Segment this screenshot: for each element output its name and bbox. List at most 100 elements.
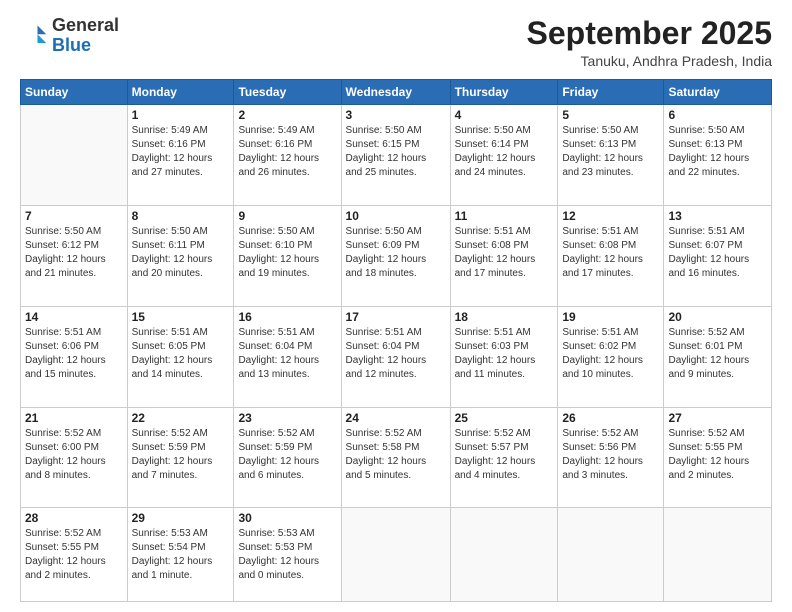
table-row: 15 Sunrise: 5:51 AM Sunset: 6:05 PM Dayli… — [127, 306, 234, 407]
table-row: 5 Sunrise: 5:50 AM Sunset: 6:13 PM Daylig… — [558, 105, 664, 206]
title-block: September 2025 Tanuku, Andhra Pradesh, I… — [527, 16, 772, 69]
day-number: 21 — [25, 411, 123, 425]
day-number: 10 — [346, 209, 446, 223]
logo-blue: Blue — [52, 35, 91, 55]
day-number: 19 — [562, 310, 659, 324]
day-info: Sunrise: 5:50 AM Sunset: 6:13 PM Dayligh… — [668, 124, 767, 180]
day-number: 23 — [238, 411, 336, 425]
logo: General Blue — [20, 16, 119, 56]
day-info: Sunrise: 5:50 AM Sunset: 6:09 PM Dayligh… — [346, 225, 446, 281]
table-row: 26 Sunrise: 5:52 AM Sunset: 5:56 PM Dayli… — [558, 407, 664, 508]
day-number: 18 — [455, 310, 554, 324]
day-info: Sunrise: 5:52 AM Sunset: 5:56 PM Dayligh… — [562, 427, 659, 483]
day-number: 7 — [25, 209, 123, 223]
table-row: 9 Sunrise: 5:50 AM Sunset: 6:10 PM Daylig… — [234, 205, 341, 306]
day-info: Sunrise: 5:52 AM Sunset: 6:01 PM Dayligh… — [668, 326, 767, 382]
month-title: September 2025 — [527, 16, 772, 51]
page: General Blue September 2025 Tanuku, Andh… — [0, 0, 792, 612]
table-row: 11 Sunrise: 5:51 AM Sunset: 6:08 PM Dayli… — [450, 205, 558, 306]
day-number: 8 — [132, 209, 230, 223]
calendar-week-1: 7 Sunrise: 5:50 AM Sunset: 6:12 PM Daylig… — [21, 205, 772, 306]
day-info: Sunrise: 5:52 AM Sunset: 5:55 PM Dayligh… — [25, 527, 123, 583]
day-number: 13 — [668, 209, 767, 223]
day-info: Sunrise: 5:51 AM Sunset: 6:08 PM Dayligh… — [455, 225, 554, 281]
day-info: Sunrise: 5:52 AM Sunset: 5:59 PM Dayligh… — [132, 427, 230, 483]
day-info: Sunrise: 5:49 AM Sunset: 6:16 PM Dayligh… — [238, 124, 336, 180]
day-number: 2 — [238, 108, 336, 122]
day-number: 5 — [562, 108, 659, 122]
calendar-week-2: 14 Sunrise: 5:51 AM Sunset: 6:06 PM Dayli… — [21, 306, 772, 407]
day-number: 26 — [562, 411, 659, 425]
day-number: 28 — [25, 511, 123, 525]
day-info: Sunrise: 5:51 AM Sunset: 6:06 PM Dayligh… — [25, 326, 123, 382]
table-row: 25 Sunrise: 5:52 AM Sunset: 5:57 PM Dayli… — [450, 407, 558, 508]
day-number: 3 — [346, 108, 446, 122]
table-row: 8 Sunrise: 5:50 AM Sunset: 6:11 PM Daylig… — [127, 205, 234, 306]
day-info: Sunrise: 5:52 AM Sunset: 5:55 PM Dayligh… — [668, 427, 767, 483]
table-row: 4 Sunrise: 5:50 AM Sunset: 6:14 PM Daylig… — [450, 105, 558, 206]
col-wednesday: Wednesday — [341, 80, 450, 105]
day-number: 30 — [238, 511, 336, 525]
col-thursday: Thursday — [450, 80, 558, 105]
table-row: 3Sunrise: 5:50 AM Sunset: 6:15 PM Daylig… — [341, 105, 450, 206]
calendar-table: Sunday Monday Tuesday Wednesday Thursday… — [20, 79, 772, 602]
day-number: 14 — [25, 310, 123, 324]
day-info: Sunrise: 5:49 AM Sunset: 6:16 PM Dayligh… — [132, 124, 230, 180]
table-row — [558, 508, 664, 602]
day-number: 25 — [455, 411, 554, 425]
day-number: 16 — [238, 310, 336, 324]
day-info: Sunrise: 5:51 AM Sunset: 6:08 PM Dayligh… — [562, 225, 659, 281]
table-row: 22 Sunrise: 5:52 AM Sunset: 5:59 PM Dayli… — [127, 407, 234, 508]
table-row: 17Sunrise: 5:51 AM Sunset: 6:04 PM Dayli… — [341, 306, 450, 407]
table-row: 10 Sunrise: 5:50 AM Sunset: 6:09 PM Dayli… — [341, 205, 450, 306]
table-row — [664, 508, 772, 602]
day-number: 9 — [238, 209, 336, 223]
logo-general: General — [52, 15, 119, 35]
table-row: 30 Sunrise: 5:53 AM Sunset: 5:53 PM Dayli… — [234, 508, 341, 602]
header-row: Sunday Monday Tuesday Wednesday Thursday… — [21, 80, 772, 105]
day-number: 12 — [562, 209, 659, 223]
day-number: 15 — [132, 310, 230, 324]
col-sunday: Sunday — [21, 80, 128, 105]
day-info: Sunrise: 5:51 AM Sunset: 6:07 PM Dayligh… — [668, 225, 767, 281]
day-info: Sunrise: 5:53 AM Sunset: 5:54 PM Dayligh… — [132, 527, 230, 583]
day-info: Sunrise: 5:51 AM Sunset: 6:05 PM Dayligh… — [132, 326, 230, 382]
day-number: 22 — [132, 411, 230, 425]
table-row: 19 Sunrise: 5:51 AM Sunset: 6:02 PM Dayli… — [558, 306, 664, 407]
col-friday: Friday — [558, 80, 664, 105]
day-info: Sunrise: 5:50 AM Sunset: 6:11 PM Dayligh… — [132, 225, 230, 281]
day-number: 29 — [132, 511, 230, 525]
logo-text: General Blue — [52, 16, 119, 56]
day-info: Sunrise: 5:52 AM Sunset: 5:59 PM Dayligh… — [238, 427, 336, 483]
day-number: 1 — [132, 108, 230, 122]
table-row: 14 Sunrise: 5:51 AM Sunset: 6:06 PM Dayli… — [21, 306, 128, 407]
subtitle: Tanuku, Andhra Pradesh, India — [527, 53, 772, 69]
col-saturday: Saturday — [664, 80, 772, 105]
table-row: 12 Sunrise: 5:51 AM Sunset: 6:08 PM Dayli… — [558, 205, 664, 306]
day-info: Sunrise: 5:51 AM Sunset: 6:02 PM Dayligh… — [562, 326, 659, 382]
day-number: 11 — [455, 209, 554, 223]
header: General Blue September 2025 Tanuku, Andh… — [20, 16, 772, 69]
table-row: 20Sunrise: 5:52 AM Sunset: 6:01 PM Dayli… — [664, 306, 772, 407]
day-info: Sunrise: 5:50 AM Sunset: 6:14 PM Dayligh… — [455, 124, 554, 180]
day-number: 4 — [455, 108, 554, 122]
day-number: 27 — [668, 411, 767, 425]
day-number: 24 — [346, 411, 446, 425]
day-info: Sunrise: 5:50 AM Sunset: 6:10 PM Dayligh… — [238, 225, 336, 281]
day-info: Sunrise: 5:50 AM Sunset: 6:13 PM Dayligh… — [562, 124, 659, 180]
table-row: 18Sunrise: 5:51 AM Sunset: 6:03 PM Dayli… — [450, 306, 558, 407]
table-row: 27 Sunrise: 5:52 AM Sunset: 5:55 PM Dayli… — [664, 407, 772, 508]
calendar-week-3: 21Sunrise: 5:52 AM Sunset: 6:00 PM Dayli… — [21, 407, 772, 508]
day-number: 6 — [668, 108, 767, 122]
day-info: Sunrise: 5:50 AM Sunset: 6:12 PM Dayligh… — [25, 225, 123, 281]
calendar-week-0: 1 Sunrise: 5:49 AM Sunset: 6:16 PM Daylig… — [21, 105, 772, 206]
day-info: Sunrise: 5:53 AM Sunset: 5:53 PM Dayligh… — [238, 527, 336, 583]
table-row: 23 Sunrise: 5:52 AM Sunset: 5:59 PM Dayli… — [234, 407, 341, 508]
table-row: 24 Sunrise: 5:52 AM Sunset: 5:58 PM Dayli… — [341, 407, 450, 508]
table-row: 2 Sunrise: 5:49 AM Sunset: 6:16 PM Daylig… — [234, 105, 341, 206]
day-info: Sunrise: 5:52 AM Sunset: 5:58 PM Dayligh… — [346, 427, 446, 483]
logo-icon — [20, 22, 48, 50]
day-number: 17 — [346, 310, 446, 324]
day-info: Sunrise: 5:52 AM Sunset: 5:57 PM Dayligh… — [455, 427, 554, 483]
table-row: 29 Sunrise: 5:53 AM Sunset: 5:54 PM Dayli… — [127, 508, 234, 602]
